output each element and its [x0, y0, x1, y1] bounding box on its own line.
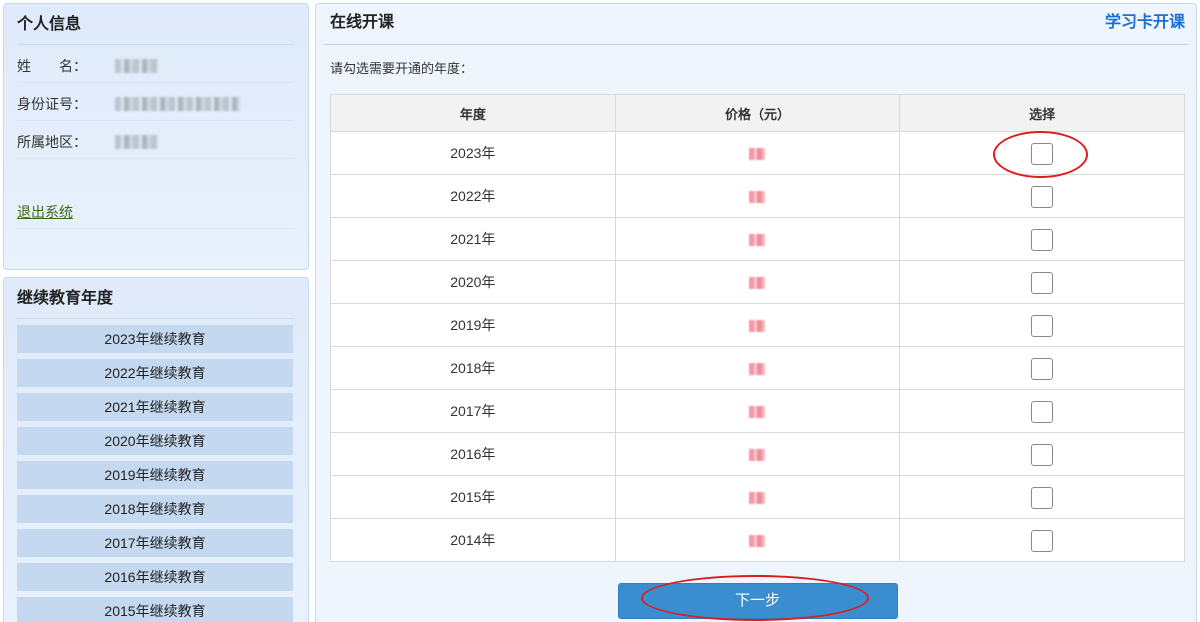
price-cell	[614, 475, 901, 519]
table-row: 2018年	[330, 346, 1185, 390]
redacted-price	[749, 234, 766, 247]
sidebar-item-2022[interactable]: 2022年继续教育	[17, 359, 293, 387]
redacted-price	[749, 449, 766, 462]
table-row: 2016年	[330, 432, 1185, 476]
year-checkbox[interactable]	[1031, 530, 1054, 552]
education-years-panel: 继续教育年度 2023年继续教育 2022年继续教育 2021年继续教育 202…	[3, 277, 309, 622]
name-label: 姓 名：	[17, 58, 87, 74]
year-cell: 2016年	[330, 432, 616, 476]
year-cell: 2018年	[330, 346, 616, 390]
table-row: 2021年	[330, 217, 1185, 261]
year-cell: 2021年	[330, 217, 616, 261]
table-row: 2022年	[330, 174, 1185, 218]
redacted-region-value	[115, 135, 158, 149]
redacted-price	[749, 148, 766, 161]
year-cell: 2020年	[330, 260, 616, 304]
year-checkbox[interactable]	[1031, 272, 1054, 294]
price-cell	[614, 131, 901, 175]
sidebar-item-2016[interactable]: 2016年继续教育	[17, 563, 293, 591]
year-cell: 2015年	[330, 475, 616, 519]
price-cell	[614, 346, 901, 390]
table-row: 2023年	[330, 131, 1185, 175]
year-checkbox[interactable]	[1031, 186, 1054, 208]
field-row-id: 身份证号：	[17, 83, 293, 121]
education-years-title: 继续教育年度	[17, 278, 293, 319]
year-checkbox[interactable]	[1031, 401, 1054, 423]
study-card-link[interactable]: 学习卡开课	[1105, 4, 1185, 44]
year-checkbox[interactable]	[1031, 143, 1054, 165]
profile-panel: 个人信息 姓 名： 身份证号： 所属地区： 退出系统	[3, 3, 309, 270]
price-cell	[614, 518, 901, 562]
redacted-price	[749, 320, 766, 333]
table-row: 2014年	[330, 518, 1185, 562]
logout-row: 退出系统	[17, 197, 293, 229]
next-button-wrap: 下一步	[330, 583, 1185, 619]
redacted-price	[749, 191, 766, 204]
year-cell: 2019年	[330, 303, 616, 347]
table-row: 2015年	[330, 475, 1185, 519]
header-year: 年度	[330, 94, 616, 132]
select-cell	[899, 389, 1185, 433]
price-cell	[614, 303, 901, 347]
select-cell	[899, 217, 1185, 261]
years-table: 年度 价格（元） 选择 2023年 2022年 2021年 2020年 2019…	[330, 94, 1185, 562]
sidebar-item-2017[interactable]: 2017年继续教育	[17, 529, 293, 557]
sidebar-item-2021[interactable]: 2021年继续教育	[17, 393, 293, 421]
sidebar-item-2019[interactable]: 2019年继续教育	[17, 461, 293, 489]
select-cell	[899, 518, 1185, 562]
select-cell	[899, 174, 1185, 218]
online-course-panel: 在线开课 学习卡开课 请勾选需要开通的年度： 年度 价格（元） 选择 2023年…	[315, 3, 1197, 622]
redacted-name-value	[115, 59, 159, 73]
year-cell: 2022年	[330, 174, 616, 218]
id-number-label: 身份证号：	[17, 96, 87, 112]
price-cell	[614, 174, 901, 218]
table-row: 2019年	[330, 303, 1185, 347]
logout-link[interactable]: 退出系统	[17, 204, 73, 220]
year-checkbox[interactable]	[1031, 487, 1054, 509]
sidebar-item-2018[interactable]: 2018年继续教育	[17, 495, 293, 523]
header-select: 选择	[899, 94, 1185, 132]
redacted-price	[749, 363, 766, 376]
field-row-name: 姓 名：	[17, 45, 293, 83]
select-cell	[899, 346, 1185, 390]
page-title: 在线开课	[330, 14, 395, 31]
year-checkbox[interactable]	[1031, 358, 1054, 380]
year-cell: 2023年	[330, 131, 616, 175]
table-row: 2017年	[330, 389, 1185, 433]
select-cell	[899, 131, 1185, 175]
price-cell	[614, 432, 901, 476]
table-row: 2020年	[330, 260, 1185, 304]
sidebar-item-2023[interactable]: 2023年继续教育	[17, 325, 293, 353]
instruction-text: 请勾选需要开通的年度：	[330, 61, 474, 76]
field-row-region: 所属地区：	[17, 121, 293, 159]
redacted-price	[749, 406, 766, 419]
select-cell	[899, 260, 1185, 304]
year-checkbox[interactable]	[1031, 444, 1054, 466]
profile-title: 个人信息	[17, 4, 293, 45]
select-cell	[899, 432, 1185, 476]
region-label: 所属地区：	[17, 134, 87, 150]
sidebar-item-2020[interactable]: 2020年继续教育	[17, 427, 293, 455]
year-cell: 2014年	[330, 518, 616, 562]
header-price: 价格（元）	[614, 94, 901, 132]
select-cell	[899, 475, 1185, 519]
price-cell	[614, 389, 901, 433]
redacted-price	[749, 535, 766, 548]
year-checkbox[interactable]	[1031, 315, 1054, 337]
main-header: 在线开课 学习卡开课	[323, 4, 1189, 45]
redacted-price	[749, 277, 766, 290]
next-step-button[interactable]: 下一步	[617, 583, 898, 619]
year-checkbox[interactable]	[1031, 229, 1054, 251]
select-cell	[899, 303, 1185, 347]
price-cell	[614, 260, 901, 304]
sidebar-item-2015[interactable]: 2015年继续教育	[17, 597, 293, 622]
table-header-row: 年度 价格（元） 选择	[330, 94, 1185, 132]
price-cell	[614, 217, 901, 261]
redacted-id-value	[115, 97, 240, 111]
redacted-price	[749, 492, 766, 505]
year-cell: 2017年	[330, 389, 616, 433]
